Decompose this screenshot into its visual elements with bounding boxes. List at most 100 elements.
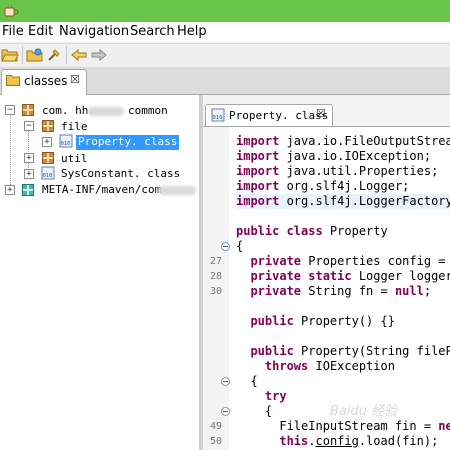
package-icon [42, 120, 54, 132]
redacted-text [88, 107, 124, 116]
code-line: { [236, 404, 272, 419]
code-text: FileInputStream fin = [236, 419, 439, 433]
keyword: try [264, 389, 287, 403]
keyword: import [236, 134, 280, 148]
code-text: java.io.FileOutputStream [279, 134, 450, 148]
tree-expand-toggle[interactable]: + [24, 153, 34, 163]
line-number: 28 [209, 271, 222, 282]
tab-close-icon[interactable]: ☒ [70, 73, 80, 86]
code-line: public Property() {} [236, 314, 395, 329]
keyword: import [236, 194, 280, 208]
folder-icon [6, 75, 20, 86]
class-file-icon: 010 [59, 134, 73, 148]
watermark: Baidu 经验 [330, 404, 398, 419]
menu-search[interactable]: Search [130, 24, 175, 39]
line-number: 27 [209, 256, 222, 267]
code-line: import org.slf4j.Logger; [236, 179, 409, 194]
keyword: throws [264, 359, 309, 373]
code-line: import java.io.IOException; [236, 149, 431, 164]
tree-collapse-toggle[interactable]: − [5, 105, 15, 115]
keyword: private [250, 254, 302, 268]
code-text: String fn = [301, 284, 395, 298]
menu-edit[interactable]: Edit [28, 24, 53, 39]
toolbar [0, 43, 450, 68]
line-number: 30 [209, 286, 222, 297]
code-text: . [308, 434, 316, 448]
back-arrow-icon[interactable] [70, 47, 88, 63]
code-line: try [236, 389, 287, 404]
menu-navigation[interactable]: Navigation [59, 24, 129, 39]
tree-collapse-toggle[interactable]: − [24, 121, 34, 131]
code-line: FileInputStream fin = new [236, 419, 450, 434]
redacted-text [158, 186, 196, 195]
tab-classes-label: classes [24, 74, 68, 88]
tree-guide-line [28, 130, 29, 174]
open-folder-icon[interactable] [1, 47, 19, 63]
code-line: { [236, 374, 258, 389]
code-text: Property [322, 224, 388, 238]
package-icon [22, 104, 34, 116]
menu-file[interactable]: File [2, 24, 24, 39]
keyword: public [250, 344, 294, 358]
title-bar [0, 0, 450, 22]
tree-item-property-class[interactable]: Property. class [76, 135, 180, 150]
code-line: throws IOException [236, 359, 395, 374]
code-line: private static Logger logger [236, 269, 450, 284]
code-text: java.io.IOException; [279, 149, 432, 163]
code-line: private String fn = null; [236, 284, 431, 299]
code-line: public Property(String filePa [236, 344, 450, 359]
fold-collapse-icon[interactable] [221, 242, 230, 251]
code-line: import java.util.Properties; [236, 164, 438, 179]
line-number: 50 [209, 436, 222, 447]
fold-collapse-icon[interactable] [221, 407, 230, 416]
keyword: import [236, 164, 280, 178]
code-text: .load(fin); [358, 434, 439, 448]
tree-item-util-package[interactable]: util [61, 152, 88, 167]
toolbar-separator [22, 46, 23, 64]
tab-close-icon[interactable]: ☒ [316, 107, 326, 120]
code-text: Properties config = n [301, 254, 450, 268]
code-line: private Properties config = n [236, 254, 450, 269]
app-coffee-icon [4, 4, 19, 17]
keyword: this [279, 434, 309, 448]
code-text: ; [423, 284, 432, 298]
keyword: import [236, 179, 280, 193]
tree-expand-toggle[interactable]: + [24, 169, 34, 179]
package-icon [42, 152, 54, 164]
code-text: { [236, 404, 273, 418]
keyword: private static [250, 269, 352, 283]
code-text: Logger logger [351, 269, 450, 283]
code-text: { [236, 239, 244, 253]
fold-collapse-icon[interactable] [221, 377, 230, 386]
editor-tab-label: Property. class [229, 109, 329, 122]
svg-text:010: 010 [43, 173, 53, 179]
tree-item-sysconstant-class[interactable]: SysConstant. class [61, 167, 180, 182]
forward-arrow-icon[interactable] [90, 47, 108, 63]
code-text: java.util.Properties; [279, 164, 439, 178]
tree-expand-toggle[interactable]: + [42, 137, 52, 147]
code-text: IOException [308, 359, 395, 373]
tree-item-meta-inf[interactable]: META-INF/maven/com [42, 183, 161, 198]
svg-text:010: 010 [61, 141, 71, 147]
code-line: this.config.load(fin); [236, 434, 438, 449]
code-text: { [236, 374, 258, 388]
code-line-current: import org.slf4j.LoggerFactory; [236, 194, 450, 209]
keyword: new [438, 419, 450, 433]
toolbar-separator [66, 46, 67, 64]
class-file-icon: 010 [41, 166, 55, 180]
tree-expand-toggle[interactable]: + [5, 185, 15, 195]
search-tool-icon[interactable] [46, 47, 64, 63]
tree-item-file-package[interactable]: file [61, 120, 88, 135]
menu-help[interactable]: Help [177, 24, 207, 39]
code-text: config [315, 434, 359, 448]
open-file-icon[interactable] [26, 47, 44, 63]
code-text: Property() {} [293, 314, 395, 328]
tree-item-label-suffix: common [128, 104, 168, 117]
